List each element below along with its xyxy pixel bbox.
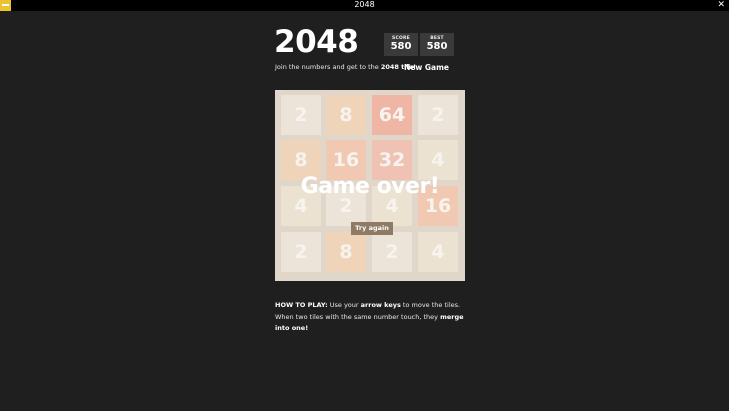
howto-keys: arrow keys bbox=[360, 301, 401, 309]
game-over-message: Game over! bbox=[300, 174, 440, 199]
best-score-box: BEST 580 bbox=[420, 33, 454, 56]
game-board: 2 8 64 2 8 16 32 4 4 2 4 16 2 8 2 4 Game over! Try agai… bbox=[275, 90, 465, 281]
window-title: 2048 bbox=[354, 0, 375, 9]
howto-part1: Use your bbox=[327, 301, 361, 309]
score-box: SCORE 580 bbox=[384, 33, 418, 56]
new-game-button[interactable]: New Game bbox=[401, 62, 452, 73]
title-bar: 2048 ✕ bbox=[0, 0, 729, 11]
close-icon[interactable]: ✕ bbox=[717, 0, 725, 11]
howto-label: HOW TO PLAY: bbox=[275, 301, 328, 309]
best-value: 580 bbox=[426, 41, 448, 52]
score-value: 580 bbox=[390, 41, 412, 52]
intro-prefix: Join the numbers and get to the bbox=[275, 63, 381, 71]
game-over-overlay: Game over! Try again bbox=[275, 90, 465, 281]
intro-text: Join the numbers and get to the 2048 til… bbox=[275, 63, 416, 72]
how-to-play: HOW TO PLAY: Use your arrow keys to move… bbox=[275, 300, 475, 335]
try-again-button[interactable]: Try again bbox=[351, 222, 393, 235]
game-title: 2048 bbox=[274, 24, 359, 60]
